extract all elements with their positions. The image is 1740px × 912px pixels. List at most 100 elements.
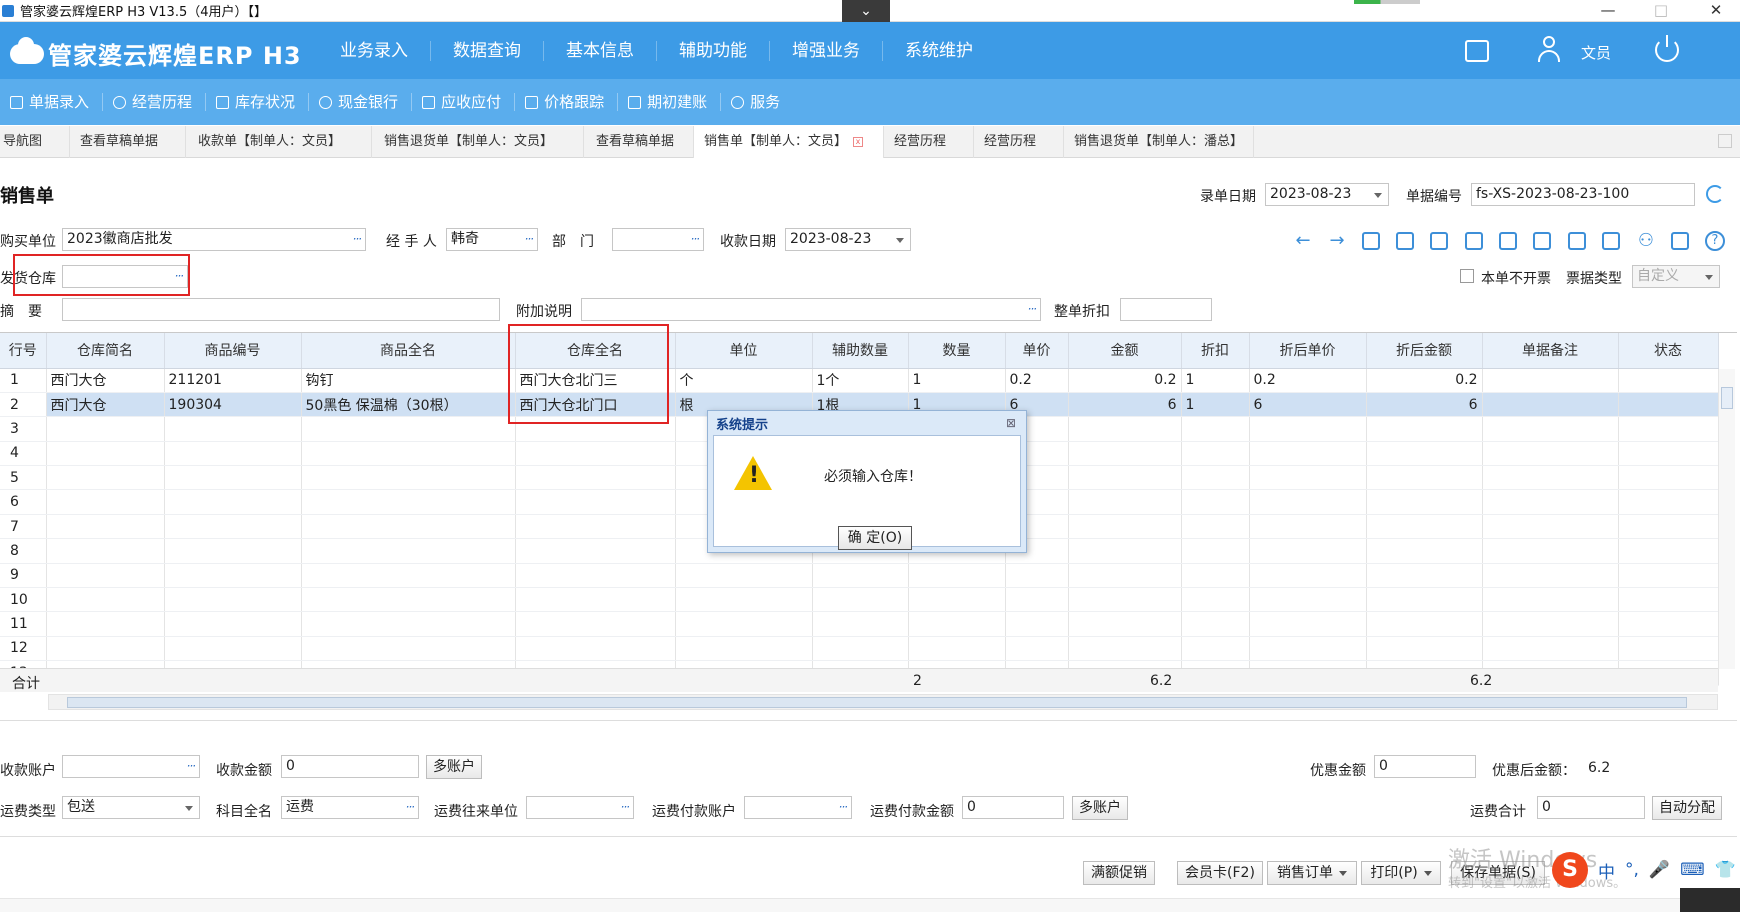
column-header[interactable]: 折后金额 bbox=[1366, 333, 1483, 369]
table-cell[interactable] bbox=[1618, 514, 1719, 540]
column-header[interactable]: 商品编号 bbox=[164, 333, 302, 369]
table-cell[interactable] bbox=[1249, 489, 1367, 515]
entry-date-field[interactable]: 2023-08-23 bbox=[1265, 183, 1389, 206]
handler-field[interactable]: 韩奇 ··· bbox=[446, 228, 538, 251]
nav-aux-functions[interactable]: 辅助功能 bbox=[657, 40, 770, 61]
column-header[interactable]: 折后单价 bbox=[1249, 333, 1367, 369]
table-cell[interactable]: 6 bbox=[1249, 392, 1367, 418]
freight-unit-field[interactable]: ··· bbox=[526, 796, 634, 819]
table-cell[interactable]: 6 bbox=[1068, 392, 1182, 418]
more-icon[interactable]: ··· bbox=[406, 797, 416, 818]
more-icon[interactable]: ··· bbox=[187, 756, 197, 777]
table-cell[interactable] bbox=[301, 416, 516, 442]
help-icon[interactable]: ? bbox=[1705, 231, 1725, 251]
table-cell[interactable] bbox=[515, 489, 676, 515]
table-row[interactable]: 11 bbox=[0, 611, 1719, 637]
power-icon[interactable] bbox=[1655, 35, 1679, 62]
table-cell[interactable] bbox=[164, 538, 302, 564]
table-cell[interactable] bbox=[301, 611, 516, 637]
print-button[interactable]: 打印(P) bbox=[1361, 861, 1441, 885]
table-cell[interactable]: 5 bbox=[0, 465, 47, 491]
dialog-ok-button[interactable]: 确 定(O) bbox=[838, 526, 912, 550]
collapse-icon[interactable]: ⌄ bbox=[842, 0, 890, 22]
report-icon[interactable] bbox=[1602, 232, 1620, 250]
table-cell[interactable] bbox=[1181, 563, 1250, 589]
save-draft-icon[interactable] bbox=[1568, 232, 1586, 250]
doc-no-field[interactable]: fs-XS-2023-08-23-100 bbox=[1471, 183, 1695, 206]
table-cell[interactable] bbox=[1618, 416, 1719, 442]
table-cell[interactable] bbox=[1068, 611, 1182, 637]
table-cell[interactable]: 11 bbox=[0, 611, 47, 637]
serial-no-icon[interactable] bbox=[1533, 232, 1551, 250]
invoice-type-select[interactable]: 自定义 bbox=[1632, 265, 1720, 288]
table-cell[interactable] bbox=[515, 563, 676, 589]
table-cell[interactable] bbox=[812, 636, 909, 662]
table-cell[interactable]: 10 bbox=[0, 587, 47, 613]
table-cell[interactable]: 6 bbox=[1366, 392, 1483, 418]
multi-account-button-2[interactable]: 多账户 bbox=[1072, 796, 1128, 820]
table-cell[interactable] bbox=[1181, 636, 1250, 662]
table-cell[interactable] bbox=[908, 587, 1006, 613]
table-cell[interactable] bbox=[46, 587, 165, 613]
table-row[interactable]: 10 bbox=[0, 587, 1719, 613]
table-cell[interactable] bbox=[1618, 563, 1719, 589]
table-cell[interactable]: 0.2 bbox=[1005, 368, 1069, 393]
table-cell[interactable]: 0.2 bbox=[1366, 368, 1483, 393]
table-cell[interactable]: 9 bbox=[0, 563, 47, 589]
table-cell[interactable] bbox=[1249, 465, 1367, 491]
table-cell[interactable] bbox=[1366, 563, 1483, 589]
table-cell[interactable]: 7 bbox=[0, 514, 47, 540]
table-cell[interactable] bbox=[1482, 392, 1619, 418]
copy-icon[interactable] bbox=[1465, 232, 1483, 250]
table-cell[interactable] bbox=[1366, 465, 1483, 491]
nav-basic-info[interactable]: 基本信息 bbox=[544, 40, 657, 61]
table-cell[interactable] bbox=[1618, 441, 1719, 467]
table-cell[interactable] bbox=[1249, 563, 1367, 589]
table-cell[interactable] bbox=[515, 441, 676, 467]
table-cell[interactable] bbox=[1181, 611, 1250, 637]
table-cell[interactable] bbox=[1618, 538, 1719, 564]
collect-date-field[interactable]: 2023-08-23 bbox=[785, 228, 911, 251]
subnav-stock[interactable]: 库存状况 bbox=[206, 93, 310, 111]
table-cell[interactable] bbox=[46, 636, 165, 662]
more-icon[interactable]: ··· bbox=[621, 797, 631, 818]
table-cell[interactable] bbox=[1618, 368, 1719, 393]
table-cell[interactable] bbox=[1618, 636, 1719, 662]
refresh-icon[interactable] bbox=[1706, 185, 1724, 203]
table-cell[interactable] bbox=[1366, 538, 1483, 564]
table-cell[interactable]: 个 bbox=[675, 368, 813, 393]
buyer-field[interactable]: 2023徽商店批发 ··· bbox=[62, 228, 366, 251]
table-cell[interactable]: 1 bbox=[908, 368, 1006, 393]
scroll-thumb[interactable] bbox=[1721, 387, 1733, 409]
ime-keyboard-icon[interactable]: ⌨ bbox=[1680, 860, 1705, 880]
table-cell[interactable] bbox=[1068, 489, 1182, 515]
import-icon[interactable] bbox=[1499, 232, 1517, 250]
table-cell[interactable] bbox=[1068, 538, 1182, 564]
table-cell[interactable] bbox=[46, 465, 165, 491]
ime-mic-icon[interactable]: 🎤 bbox=[1649, 860, 1670, 880]
table-cell[interactable] bbox=[1482, 563, 1619, 589]
auto-allocate-button[interactable]: 自动分配 bbox=[1652, 796, 1722, 820]
table-cell[interactable]: 1 bbox=[1181, 368, 1250, 393]
nav-data-query[interactable]: 数据查询 bbox=[431, 40, 544, 61]
table-cell[interactable] bbox=[908, 611, 1006, 637]
discount-field[interactable] bbox=[1120, 298, 1212, 321]
ime-skin-icon[interactable]: 👕 bbox=[1715, 860, 1736, 880]
table-cell[interactable] bbox=[675, 587, 813, 613]
table-cell[interactable]: 12 bbox=[0, 636, 47, 662]
minimize-button[interactable]: — bbox=[1588, 0, 1628, 22]
table-cell[interactable] bbox=[1249, 587, 1367, 613]
summary-field[interactable] bbox=[62, 298, 500, 321]
table-cell[interactable] bbox=[1068, 563, 1182, 589]
table-cell[interactable] bbox=[1366, 416, 1483, 442]
table-cell[interactable] bbox=[1068, 416, 1182, 442]
table-cell[interactable]: 50黑色 保温棉（30根） bbox=[301, 392, 516, 418]
table-cell[interactable]: 西门大仓 bbox=[46, 392, 165, 418]
prev-arrow-icon[interactable]: ← bbox=[1293, 231, 1313, 251]
full-promo-button[interactable]: 满额促销 bbox=[1083, 861, 1155, 885]
promo-field[interactable]: 0 bbox=[1374, 755, 1476, 778]
table-cell[interactable] bbox=[301, 636, 516, 662]
table-cell[interactable] bbox=[1249, 611, 1367, 637]
table-cell[interactable] bbox=[164, 636, 302, 662]
table-cell[interactable] bbox=[301, 465, 516, 491]
